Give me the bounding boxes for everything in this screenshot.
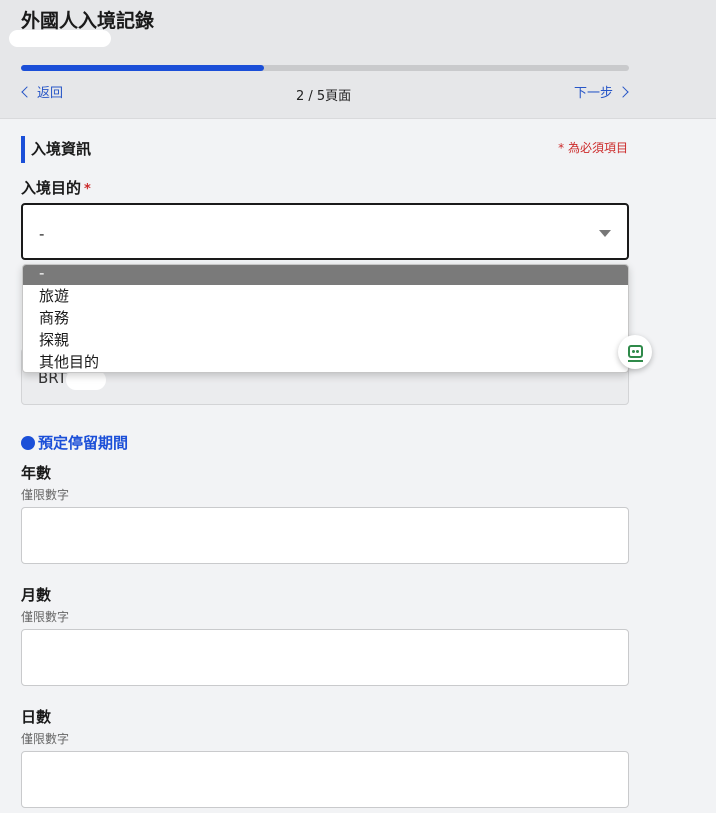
dropdown-option[interactable]: 探親 (23, 329, 628, 351)
purpose-label-text: 入境目的 (21, 179, 82, 197)
bullet-dot-icon (21, 435, 35, 450)
keyboard-icon-base (628, 360, 643, 362)
progress-bar (21, 65, 629, 71)
dropdown-option[interactable]: 其他目的 (23, 351, 628, 372)
days-input[interactable] (21, 751, 629, 808)
chevron-left-icon (21, 85, 33, 98)
dropdown-option[interactable]: - (23, 265, 628, 285)
section-title: 入境資訊 (21, 136, 91, 163)
chevron-right-icon (617, 85, 629, 98)
stay-period-heading: 預定停留期間 (21, 432, 128, 453)
dropdown-option[interactable]: 商務 (23, 307, 628, 329)
months-label: 月數 (21, 586, 52, 604)
next-button[interactable]: 下一步 (574, 82, 630, 101)
progress-bar-fill (21, 65, 265, 71)
input-assist-button[interactable] (618, 335, 652, 369)
purpose-select-value: - (39, 225, 45, 243)
page-indicator: 2 / 5頁面 (296, 89, 352, 104)
back-label: 返回 (37, 86, 64, 101)
redacted-text (66, 370, 106, 390)
years-input[interactable] (21, 507, 629, 564)
page-title: 外國人入境記錄 (21, 10, 155, 32)
stay-period-title: 預定停留期間 (38, 434, 129, 452)
dropdown-option[interactable]: 旅遊 (23, 285, 628, 307)
years-hint: 僅限數字 (21, 488, 70, 502)
days-hint: 僅限數字 (21, 732, 70, 746)
header: 外國人入境記錄 返回 2 / 5頁面 下一步 (0, 0, 716, 119)
required-star: * (84, 182, 91, 197)
caret-down-icon (599, 230, 611, 237)
required-note: * 為必須項目 (558, 141, 628, 155)
next-label: 下一步 (573, 86, 613, 101)
months-input[interactable] (21, 629, 629, 686)
back-button[interactable]: 返回 (20, 82, 63, 101)
purpose-dropdown-list[interactable]: - 旅遊 商務 探親 其他目的 (22, 264, 629, 373)
redacted-text (9, 30, 111, 47)
keyboard-icon (628, 345, 643, 358)
purpose-select[interactable]: - (21, 203, 629, 260)
purpose-label: 入境目的 * (21, 177, 91, 198)
months-hint: 僅限數字 (21, 610, 70, 624)
days-label: 日數 (21, 708, 52, 726)
years-label: 年數 (21, 464, 52, 482)
